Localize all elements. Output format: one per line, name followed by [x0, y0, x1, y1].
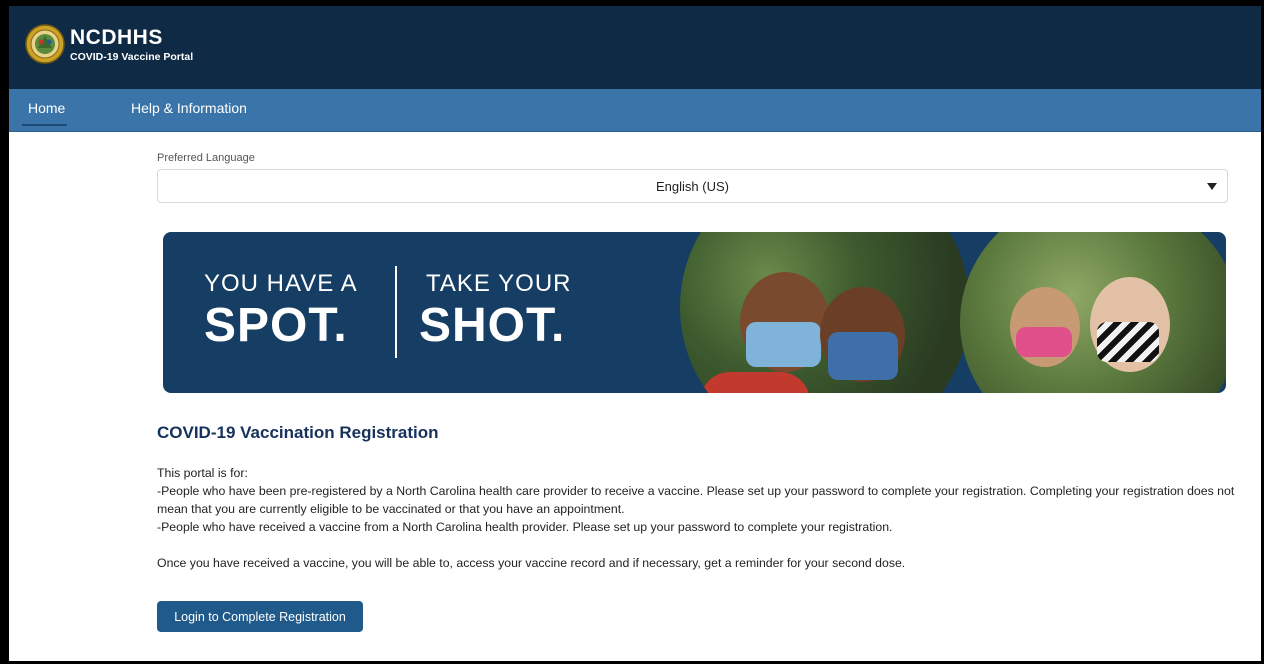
preferred-language-label: Preferred Language	[157, 152, 255, 164]
intro-text: This portal is for:	[157, 466, 248, 480]
browser-viewport: NCDHHS COVID-19 Vaccine Portal Home Help…	[0, 0, 1264, 664]
language-selected-value: English (US)	[656, 179, 729, 194]
banner-text-right-bottom: SHOT.	[419, 299, 566, 352]
banner-photo-women-masked	[680, 232, 970, 393]
banner-photo-family-masked	[960, 232, 1226, 393]
banner-text-left-top: YOU HAVE A	[204, 270, 358, 297]
main-nav: Home Help & Information	[9, 89, 1261, 132]
vaccine-record-text: Once you have received a vaccine, you wi…	[157, 556, 906, 570]
login-complete-registration-button[interactable]: Login to Complete Registration	[157, 601, 363, 632]
banner-text-left-bottom: SPOT.	[204, 299, 348, 352]
banner-divider	[395, 266, 397, 358]
registration-description: This portal is for: -People who have bee…	[157, 464, 1237, 572]
take-your-shot-banner: YOU HAVE A SPOT. TAKE YOUR SHOT.	[163, 232, 1226, 393]
pre-registered-text: -People who have been pre-registered by …	[157, 484, 1235, 516]
banner-text-right-top: TAKE YOUR	[426, 270, 572, 297]
top-header-bar: NCDHHS COVID-19 Vaccine Portal	[9, 6, 1261, 89]
caret-down-icon	[1207, 183, 1217, 190]
brand-title: NCDHHS	[70, 26, 163, 49]
nav-item-help[interactable]: Help & Information	[131, 100, 247, 116]
registration-title: COVID-19 Vaccination Registration	[157, 423, 439, 442]
nc-state-seal-icon[interactable]	[25, 24, 65, 64]
nav-item-home[interactable]: Home	[28, 100, 65, 116]
brand-subtitle: COVID-19 Vaccine Portal	[70, 51, 194, 63]
received-vaccine-text: -People who have received a vaccine from…	[157, 520, 893, 534]
preferred-language-select[interactable]: English (US)	[157, 169, 1228, 203]
nav-active-indicator	[22, 124, 67, 126]
